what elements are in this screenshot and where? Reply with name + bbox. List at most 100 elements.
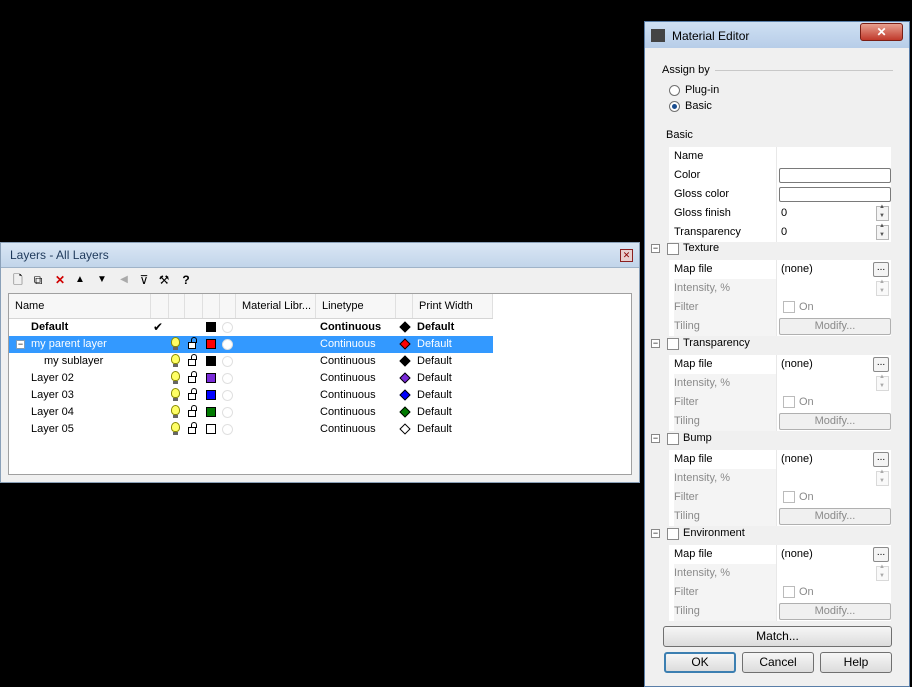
- modify-button[interactable]: Modify...: [779, 508, 891, 525]
- collapse-icon[interactable]: −: [651, 529, 660, 538]
- print-color-diamond-icon[interactable]: [399, 338, 411, 350]
- color-swatch-button[interactable]: [779, 168, 891, 183]
- print-width-value[interactable]: Default: [417, 387, 452, 404]
- linetype-value[interactable]: Continuous: [320, 387, 376, 404]
- layer-row[interactable]: Layer 02 Continuous Default: [9, 370, 493, 387]
- material-circle-icon[interactable]: [222, 356, 233, 367]
- print-color-diamond-icon[interactable]: [399, 372, 411, 384]
- gloss-finish-input[interactable]: 0: [781, 204, 787, 223]
- gloss-finish-spinner[interactable]: [876, 204, 889, 221]
- print-color-diamond-icon[interactable]: [399, 423, 411, 435]
- column-header-material-library[interactable]: Material Libr...: [236, 294, 316, 318]
- layer-name[interactable]: Default: [31, 319, 68, 336]
- move-up-icon[interactable]: ▲: [71, 270, 89, 290]
- layer-color-swatch[interactable]: [206, 390, 216, 400]
- layer-name[interactable]: my parent layer: [31, 336, 107, 353]
- print-color-diamond-icon[interactable]: [399, 321, 411, 333]
- column-header-name[interactable]: Name: [9, 294, 151, 318]
- cancel-button[interactable]: Cancel: [742, 652, 814, 673]
- layer-row[interactable]: − my parent layer Continuous Default: [9, 336, 493, 353]
- lightbulb-icon[interactable]: [171, 337, 180, 347]
- plugin-radio-label[interactable]: Plug-in: [685, 84, 719, 96]
- intensity-spinner[interactable]: [876, 279, 889, 296]
- material-editor-titlebar[interactable]: Material Editor ✕: [645, 22, 909, 48]
- filter-icon[interactable]: ⊽: [135, 270, 153, 290]
- section-header-bump[interactable]: − Bump: [649, 431, 899, 447]
- basic-radio[interactable]: [669, 101, 680, 112]
- linetype-value[interactable]: Continuous: [320, 404, 376, 421]
- material-circle-icon[interactable]: [222, 424, 233, 435]
- print-width-value[interactable]: Default: [417, 336, 452, 353]
- collapse-icon[interactable]: −: [651, 339, 660, 348]
- filter-checkbox[interactable]: [783, 586, 795, 598]
- collapse-icon[interactable]: −: [651, 434, 660, 443]
- layer-row[interactable]: my sublayer Continuous Default: [9, 353, 493, 370]
- close-button[interactable]: ✕: [860, 23, 903, 41]
- transparency-spinner[interactable]: [876, 223, 889, 240]
- layers-titlebar[interactable]: Layers - All Layers ✕: [1, 243, 639, 268]
- layer-row[interactable]: Layer 05 Continuous Default: [9, 421, 493, 438]
- material-circle-icon[interactable]: [222, 339, 233, 350]
- lightbulb-icon[interactable]: [171, 371, 180, 381]
- print-color-diamond-icon[interactable]: [399, 355, 411, 367]
- current-layer-check-icon[interactable]: ✔: [153, 319, 163, 336]
- layer-color-swatch[interactable]: [206, 339, 216, 349]
- help-button[interactable]: Help: [820, 652, 892, 673]
- map-file-value[interactable]: (none): [781, 355, 813, 374]
- map-file-value[interactable]: (none): [781, 545, 813, 564]
- lightbulb-icon[interactable]: [171, 422, 180, 432]
- column-header-color[interactable]: [203, 294, 220, 318]
- section-header-transparency[interactable]: − Transparency: [649, 336, 899, 352]
- layer-color-swatch[interactable]: [206, 407, 216, 417]
- plugin-radio[interactable]: [669, 85, 680, 96]
- layer-color-swatch[interactable]: [206, 356, 216, 366]
- browse-button[interactable]: ...: [873, 452, 889, 467]
- linetype-value[interactable]: Continuous: [320, 370, 376, 387]
- print-width-value[interactable]: Default: [417, 404, 452, 421]
- section-enable-checkbox[interactable]: [667, 338, 679, 350]
- layer-color-swatch[interactable]: [206, 424, 216, 434]
- print-width-value[interactable]: Default: [417, 370, 452, 387]
- browse-button[interactable]: ...: [873, 357, 889, 372]
- print-color-diamond-icon[interactable]: [399, 389, 411, 401]
- move-down-icon[interactable]: ▼: [93, 270, 111, 290]
- browse-button[interactable]: ...: [873, 262, 889, 277]
- section-enable-checkbox[interactable]: [667, 528, 679, 540]
- collapse-icon[interactable]: −: [651, 244, 660, 253]
- map-file-value[interactable]: (none): [781, 450, 813, 469]
- basic-radio-label[interactable]: Basic: [685, 100, 712, 112]
- filter-checkbox[interactable]: [783, 491, 795, 503]
- column-header-on[interactable]: [169, 294, 185, 318]
- print-width-value[interactable]: Default: [417, 353, 452, 370]
- print-width-value[interactable]: Default: [417, 421, 452, 438]
- print-width-value[interactable]: Default: [417, 319, 454, 336]
- section-header-texture[interactable]: − Texture: [649, 241, 899, 257]
- close-icon[interactable]: ✕: [620, 249, 633, 262]
- move-out-icon[interactable]: ◀: [115, 270, 133, 290]
- section-enable-checkbox[interactable]: [667, 433, 679, 445]
- layer-name[interactable]: Layer 03: [31, 387, 74, 404]
- column-header-print-width[interactable]: Print Width: [413, 294, 493, 318]
- linetype-value[interactable]: Continuous: [320, 353, 376, 370]
- column-header-linetype[interactable]: Linetype: [316, 294, 396, 318]
- gloss-color-swatch-button[interactable]: [779, 187, 891, 202]
- transparency-input[interactable]: 0: [781, 223, 787, 242]
- match-button[interactable]: Match...: [663, 626, 892, 647]
- help-icon[interactable]: ?: [177, 270, 195, 290]
- layer-name[interactable]: Layer 02: [31, 370, 74, 387]
- new-layer-icon[interactable]: 🗋: [9, 270, 27, 290]
- layer-name[interactable]: Layer 05: [31, 421, 74, 438]
- column-header-lock[interactable]: [185, 294, 203, 318]
- intensity-spinner[interactable]: [876, 374, 889, 391]
- layer-color-swatch[interactable]: [206, 373, 216, 383]
- layer-name[interactable]: my sublayer: [44, 353, 103, 370]
- layer-row[interactable]: Layer 03 Continuous Default: [9, 387, 493, 404]
- intensity-spinner[interactable]: [876, 564, 889, 581]
- browse-button[interactable]: ...: [873, 547, 889, 562]
- lightbulb-icon[interactable]: [171, 405, 180, 415]
- map-file-value[interactable]: (none): [781, 260, 813, 279]
- tools-icon[interactable]: ⚒: [155, 270, 173, 290]
- lightbulb-icon[interactable]: [171, 388, 180, 398]
- material-circle-icon[interactable]: [222, 322, 233, 333]
- layer-row[interactable]: Default ✔ Continuous Default: [9, 319, 493, 336]
